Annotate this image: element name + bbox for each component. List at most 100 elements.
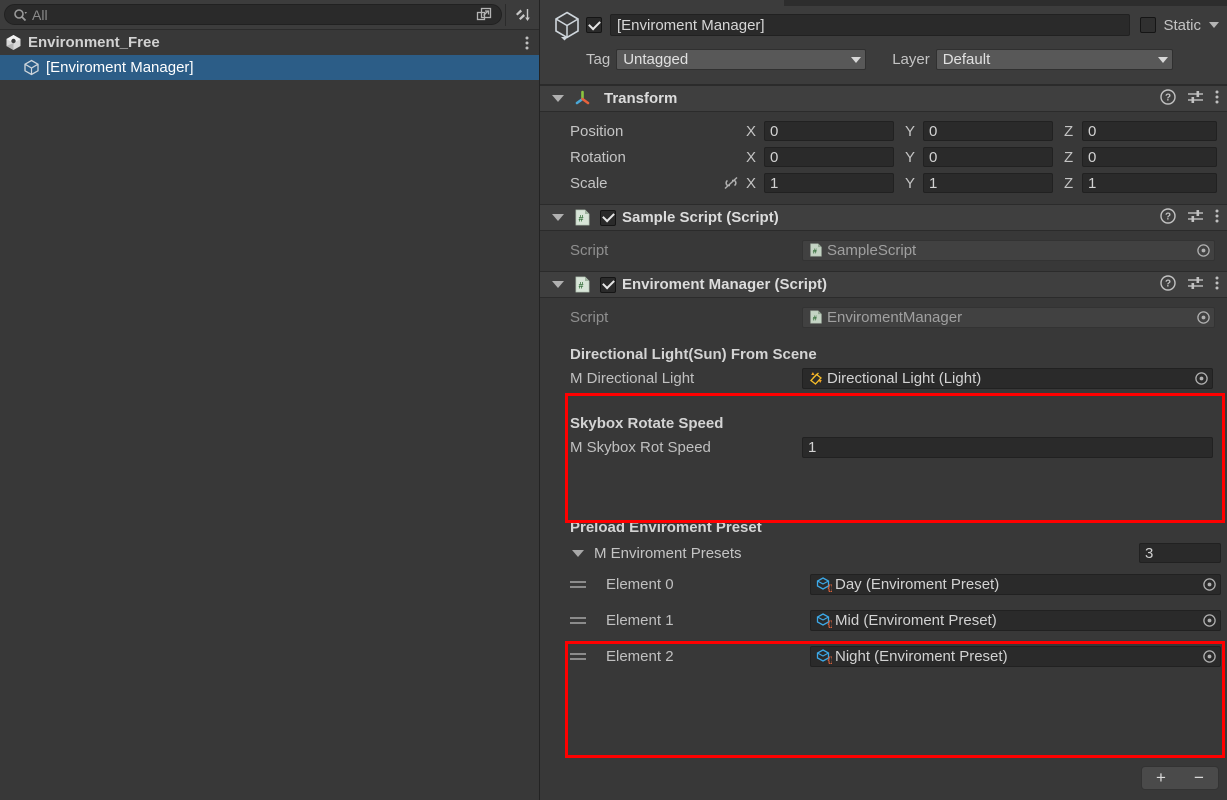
element-object-field[interactable]: {} Day (Enviroment Preset)	[810, 573, 1221, 595]
open-in-new-window-icon[interactable]	[473, 4, 495, 25]
transform-gizmo-icon	[572, 89, 592, 109]
foldout-arrow-icon[interactable]	[552, 214, 564, 221]
directional-light-header: Directional Light(Sun) From Scene	[570, 346, 817, 363]
rotation-y-input[interactable]: 0	[923, 147, 1053, 167]
svg-text:{}: {}	[828, 584, 833, 593]
script-object-field[interactable]: # SampleScript	[802, 239, 1215, 261]
object-picker-icon[interactable]	[1198, 647, 1220, 666]
preset-icon[interactable]	[1187, 208, 1204, 228]
axis-z-label: Z	[1064, 174, 1074, 192]
directional-light-label: M Directional Light	[570, 370, 695, 387]
help-icon[interactable]: ?	[1160, 88, 1176, 109]
position-x-input[interactable]: 0	[764, 121, 894, 141]
kebab-menu-icon[interactable]	[1215, 275, 1219, 295]
component-header-sample-script[interactable]: # Sample Script (Script) ?	[540, 204, 1227, 231]
section-directional-light: Directional Light(Sun) From Scene M Dire…	[540, 344, 1227, 460]
preset-icon[interactable]	[1187, 275, 1204, 295]
layer-value: Default	[942, 51, 991, 68]
svg-text:?: ?	[1165, 211, 1171, 222]
static-dropdown-arrow-icon[interactable]	[1209, 22, 1219, 28]
svg-text:#: #	[813, 313, 817, 322]
layer-dropdown[interactable]: Default	[935, 49, 1173, 70]
scale-z-input[interactable]: 1	[1082, 173, 1217, 193]
element-object-field[interactable]: {} Night (Enviroment Preset)	[810, 645, 1221, 667]
help-icon[interactable]: ?	[1160, 274, 1176, 295]
directional-light-object-field[interactable]: Directional Light (Light)	[802, 368, 1213, 389]
axis-x-label: X	[746, 122, 757, 140]
component-title: Transform	[604, 90, 678, 107]
object-picker-icon[interactable]	[1192, 241, 1214, 260]
hierarchy-toolbar: All	[0, 0, 539, 30]
component-enabled-checkbox[interactable]	[600, 276, 616, 293]
layer-label: Layer	[892, 51, 930, 68]
tag-dropdown[interactable]: Untagged	[616, 49, 867, 70]
svg-text:{}: {}	[828, 656, 833, 665]
script-label: Script	[570, 308, 609, 326]
kebab-menu-icon[interactable]	[525, 30, 529, 55]
skybox-rot-speed-label: M Skybox Rot Speed	[570, 439, 711, 456]
preset-icon[interactable]	[1187, 89, 1204, 109]
position-x-value: 0	[770, 122, 779, 140]
gameobject-name-input[interactable]: [Enviroment Manager]	[610, 14, 1131, 36]
position-y-input[interactable]: 0	[923, 121, 1053, 141]
element-object-field[interactable]: {} Mid (Enviroment Preset)	[810, 609, 1221, 631]
hierarchy-item-enviroment-manager[interactable]: [Enviroment Manager]	[0, 55, 539, 80]
static-label: Static	[1163, 16, 1201, 34]
drag-handle-icon[interactable]	[570, 652, 588, 660]
kebab-menu-icon[interactable]	[1215, 208, 1219, 228]
gameobject-enabled-checkbox[interactable]	[586, 17, 602, 33]
sort-icon[interactable]	[509, 3, 535, 27]
rotation-z-input[interactable]: 0	[1082, 147, 1217, 167]
object-picker-icon[interactable]	[1192, 308, 1214, 327]
help-icon[interactable]: ?	[1160, 207, 1176, 228]
object-picker-icon[interactable]	[1198, 575, 1220, 594]
skybox-rotate-speed-header: Skybox Rotate Speed	[570, 415, 724, 432]
component-header-transform[interactable]: Transform ?	[540, 85, 1227, 112]
search-value: All	[32, 6, 48, 23]
presets-array-header[interactable]: M Enviroment Presets 3	[570, 540, 1227, 566]
component-enabled-checkbox[interactable]	[600, 209, 616, 226]
unity-editor-window: All Environment_Free [Enviroment Manager…	[0, 0, 1227, 800]
drag-handle-icon[interactable]	[570, 616, 588, 624]
rotation-label: Rotation	[570, 148, 626, 166]
array-add-remove-buttons: + −	[1141, 766, 1219, 790]
cs-script-icon: #	[808, 309, 824, 325]
constrain-proportions-off-icon[interactable]	[722, 175, 746, 191]
element-value: Mid (Enviroment Preset)	[835, 611, 997, 629]
hierarchy-scene-row[interactable]: Environment_Free	[0, 30, 539, 55]
object-picker-icon[interactable]	[1190, 369, 1212, 388]
object-picker-icon[interactable]	[1198, 611, 1220, 630]
rotation-x-input[interactable]: 0	[764, 147, 894, 167]
array-add-button[interactable]: +	[1146, 767, 1176, 789]
axis-x-label: X	[746, 174, 757, 192]
drag-handle-icon[interactable]	[570, 580, 588, 588]
skybox-rot-speed-value: 1	[808, 439, 817, 456]
position-label: Position	[570, 122, 624, 140]
scriptable-object-icon: {}	[816, 576, 832, 592]
svg-text:?: ?	[1165, 92, 1171, 103]
transform-rotation-row: Rotation X 0 Y 0 Z 0	[540, 144, 1227, 170]
scale-x-input[interactable]: 1	[764, 173, 894, 193]
array-remove-button[interactable]: −	[1184, 767, 1214, 789]
component-header-enviroment-manager[interactable]: # Enviroment Manager (Script) ?	[540, 271, 1227, 298]
component-title: Enviroment Manager (Script)	[622, 276, 828, 293]
axis-z-label: Z	[1064, 148, 1074, 166]
presets-array-size-input[interactable]: 3	[1139, 543, 1221, 563]
svg-text:{}: {}	[828, 620, 833, 629]
preload-preset-header: Preload Enviroment Preset	[570, 519, 762, 536]
scale-y-input[interactable]: 1	[923, 173, 1053, 193]
hierarchy-panel: All Environment_Free [Enviroment Manager…	[0, 0, 540, 800]
component-title: Sample Script (Script)	[622, 209, 779, 226]
static-checkbox[interactable]	[1140, 17, 1157, 33]
position-z-input[interactable]: 0	[1082, 121, 1217, 141]
foldout-arrow-icon[interactable]	[572, 549, 584, 557]
search-input[interactable]: All	[4, 4, 502, 25]
scriptable-object-icon: {}	[816, 612, 832, 628]
script-object-field[interactable]: # EnviromentManager	[802, 306, 1215, 328]
element-label: Element 0	[606, 575, 674, 593]
kebab-menu-icon[interactable]	[1215, 89, 1219, 109]
skybox-rot-speed-input[interactable]: 1	[802, 437, 1213, 458]
foldout-arrow-icon[interactable]	[552, 95, 564, 102]
foldout-arrow-icon[interactable]	[552, 281, 564, 288]
